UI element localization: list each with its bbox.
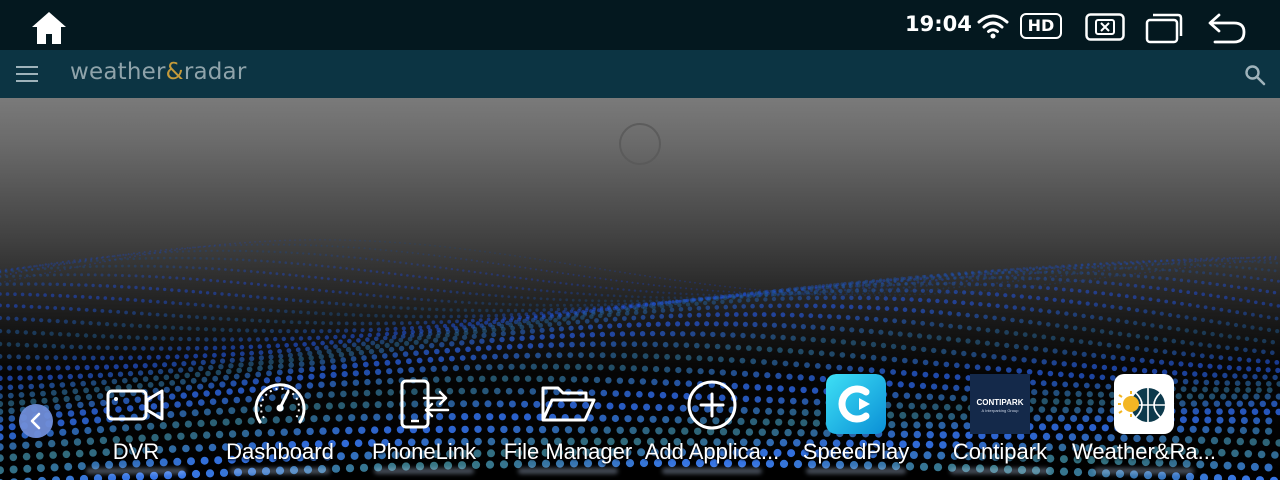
- app-bar: weather&radar: [0, 50, 1280, 98]
- contipark-app-icon: CONTIPARK A Interparking Group: [970, 374, 1030, 434]
- dock-prev-icon[interactable]: [19, 404, 53, 438]
- logo-part-weather: weather: [70, 59, 166, 85]
- dock-item-dvr[interactable]: DVR: [64, 372, 208, 480]
- hamburger-menu-icon[interactable]: [16, 66, 38, 82]
- app-dock: DVR Dashboard PhoneLink File Manager Add…: [0, 372, 1280, 480]
- search-icon[interactable]: [1244, 64, 1266, 86]
- home-icon[interactable]: [30, 10, 68, 46]
- speedplay-app-icon: [826, 374, 886, 434]
- video-camera-icon: [106, 389, 164, 421]
- logo-part-radar: radar: [183, 59, 247, 85]
- contipark-logo-sub: A Interparking Group: [982, 408, 1020, 413]
- dock-item-speedplay[interactable]: SpeedPlay: [784, 372, 928, 480]
- dock-item-file-manager[interactable]: File Manager: [496, 372, 640, 480]
- back-icon[interactable]: [1207, 11, 1247, 45]
- dock-item-contipark[interactable]: CONTIPARK A Interparking Group Contipark: [928, 372, 1072, 480]
- recent-apps-icon[interactable]: [1145, 12, 1183, 44]
- wifi-icon: [977, 14, 1009, 39]
- dock-label: SpeedPlay: [802, 439, 910, 464]
- status-time: 19:04: [905, 12, 972, 36]
- phone-link-icon: [400, 379, 450, 429]
- status-bar: 19:04 HD: [0, 0, 1280, 50]
- dock-item-add-application[interactable]: Add Applica...: [640, 372, 784, 480]
- folder-icon: [541, 386, 596, 422]
- hd-badge[interactable]: HD: [1020, 13, 1062, 39]
- weather-radar-app-icon: [1114, 374, 1174, 434]
- dock-label: Add Applica...: [644, 439, 780, 464]
- dock-label: Dashboard: [226, 439, 334, 464]
- add-circle-icon: [687, 380, 737, 430]
- loading-spinner: [619, 123, 661, 165]
- speedometer-icon: [254, 383, 306, 424]
- app-logo: weather&radar: [70, 59, 247, 85]
- dock-label: PhoneLink: [372, 439, 476, 464]
- contipark-logo-name: CONTIPARK: [977, 398, 1024, 407]
- dock-label: Weather&Ra...: [1072, 439, 1216, 464]
- dock-item-phonelink[interactable]: PhoneLink: [352, 372, 496, 480]
- dock-label: DVR: [112, 439, 160, 464]
- dock-item-dashboard[interactable]: Dashboard: [208, 372, 352, 480]
- dock-label: Contipark: [952, 439, 1048, 464]
- close-app-icon[interactable]: [1085, 13, 1125, 41]
- dock-item-weather-radar[interactable]: Weather&Ra...: [1072, 372, 1216, 480]
- logo-ampersand: &: [165, 59, 184, 85]
- dock-label: File Manager: [503, 439, 633, 464]
